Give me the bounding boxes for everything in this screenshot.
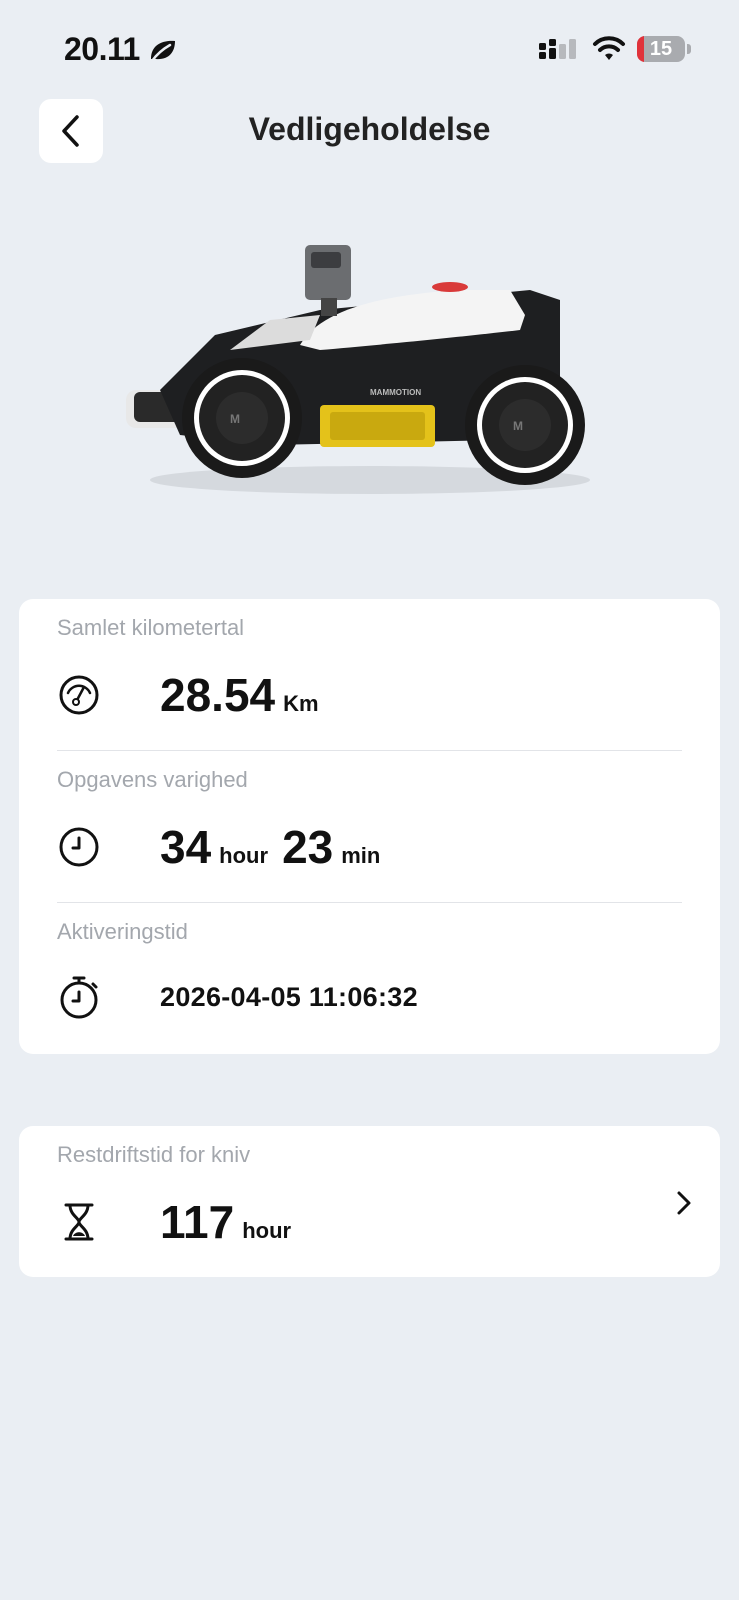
odometer-value: 28.54	[160, 669, 276, 721]
activation-section: Aktiveringstid 2026-04-05 11:06:32	[57, 919, 682, 1039]
blade-section: Restdriftstid for kniv 117 hour	[57, 1142, 682, 1262]
wifi-icon	[593, 36, 625, 60]
chevron-right-icon[interactable]	[672, 1188, 696, 1218]
stopwatch-icon	[60, 976, 98, 1019]
stats-card: Samlet kilometertal 28.54 Km Opgavens va…	[19, 599, 720, 1054]
activation-datetime: 2026-04-05 11:06:32	[160, 981, 418, 1012]
status-bar: 20.11 15	[0, 0, 739, 100]
hourglass-icon	[64, 1203, 94, 1241]
status-time: 20.11	[64, 31, 140, 67]
activation-label: Aktiveringstid	[57, 919, 188, 944]
svg-text:M: M	[513, 419, 523, 433]
odometer-section: Samlet kilometertal 28.54 Km	[57, 615, 682, 735]
blade-time-card[interactable]: Restdriftstid for kniv 117 hour	[19, 1126, 720, 1277]
duration-minutes-unit: min	[341, 843, 381, 868]
leaf-icon	[150, 40, 175, 63]
duration-section: Opgavens varighed 34 hour 23 min	[57, 767, 682, 887]
divider	[57, 902, 682, 903]
odometer-label: Samlet kilometertal	[57, 615, 245, 640]
page-title: Vedligeholdelse	[248, 111, 491, 147]
signal-icon	[539, 39, 576, 59]
duration-hours: 34	[160, 821, 212, 873]
clock-icon	[59, 827, 99, 867]
battery-indicator: 15	[637, 36, 691, 62]
duration-minutes: 23	[282, 821, 334, 873]
svg-text:M: M	[230, 412, 240, 426]
speedometer-icon	[59, 675, 99, 715]
duration-hours-unit: hour	[219, 843, 269, 868]
duration-label: Opgavens varighed	[57, 767, 248, 792]
blade-unit: hour	[242, 1218, 292, 1243]
blade-label: Restdriftstid for kniv	[57, 1142, 251, 1167]
blade-value: 117	[160, 1196, 235, 1248]
divider	[57, 750, 682, 751]
battery-percent: 15	[649, 38, 673, 60]
robot-mower-image: MAMMOTION M M	[126, 245, 590, 494]
odometer-unit: Km	[283, 691, 319, 716]
brand-label: MAMMOTION	[370, 388, 421, 397]
